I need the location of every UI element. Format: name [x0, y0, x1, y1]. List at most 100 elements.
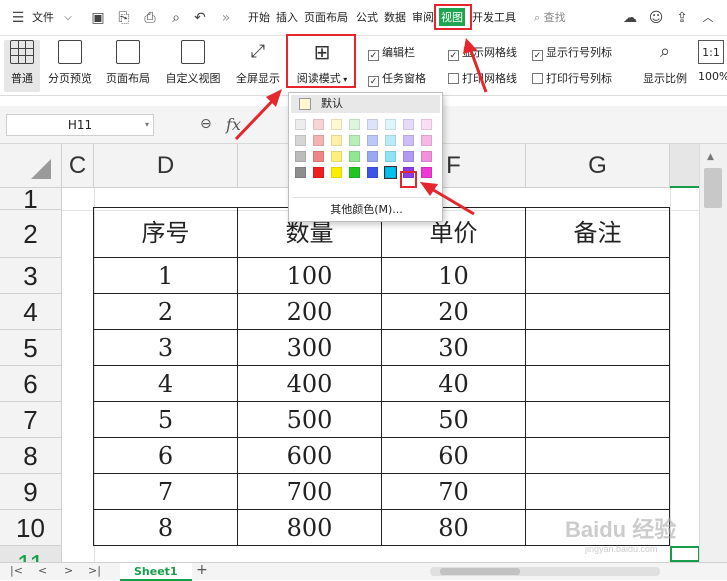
custom-view-button[interactable]: 自定义视图 — [162, 40, 224, 86]
color-swatch[interactable] — [385, 151, 396, 162]
column-header-d[interactable]: D — [94, 144, 238, 188]
color-swatch[interactable] — [385, 135, 396, 146]
table-cell[interactable] — [526, 402, 670, 438]
table-cell[interactable] — [526, 330, 670, 366]
horizontal-scrollbar[interactable] — [430, 567, 660, 576]
print-headers-checkbox[interactable]: 打印行号列标 — [532, 70, 612, 86]
first-sheet-icon[interactable]: |< — [10, 564, 23, 577]
scroll-up-icon[interactable]: ▲ — [707, 152, 714, 162]
fx-icon[interactable]: fx — [226, 115, 241, 134]
color-swatch[interactable] — [313, 119, 324, 130]
tab-insert[interactable]: 插入 — [276, 9, 298, 25]
color-swatch[interactable] — [421, 151, 432, 162]
page-layout-button[interactable]: 页面布局 — [102, 40, 154, 86]
table-cell[interactable]: 4 — [94, 366, 238, 402]
color-swatch[interactable] — [313, 151, 324, 162]
color-swatch[interactable] — [421, 135, 432, 146]
table-cell[interactable]: 60 — [382, 438, 526, 474]
row-header-9[interactable]: 9 — [0, 474, 62, 510]
table-cell[interactable]: 200 — [238, 294, 382, 330]
export-pdf-icon[interactable]: ⎘ — [116, 10, 132, 26]
color-swatch[interactable] — [385, 119, 396, 130]
table-cell[interactable]: 3 — [94, 330, 238, 366]
tab-data[interactable]: 数据 — [384, 9, 406, 25]
file-menu[interactable]: 文件 — [32, 9, 54, 25]
table-cell[interactable]: 300 — [238, 330, 382, 366]
table-cell[interactable]: 40 — [382, 366, 526, 402]
tab-page-layout[interactable]: 页面布局 — [304, 9, 348, 25]
tab-developer[interactable]: 开发工具 — [472, 9, 516, 25]
table-cell[interactable]: 6 — [94, 438, 238, 474]
add-sheet-icon[interactable]: + — [196, 562, 208, 578]
next-sheet-icon[interactable]: > — [64, 564, 73, 577]
row-header-1[interactable]: 1 — [0, 186, 62, 212]
table-cell[interactable]: 7 — [94, 474, 238, 510]
table-cell[interactable] — [526, 438, 670, 474]
color-swatch[interactable] — [331, 135, 342, 146]
color-swatch[interactable] — [367, 119, 378, 130]
color-swatch[interactable] — [295, 135, 306, 146]
table-cell[interactable]: 1 — [94, 258, 238, 294]
share-icon[interactable]: ⇪ — [674, 10, 690, 26]
table-cell[interactable]: 700 — [238, 474, 382, 510]
row-header-3[interactable]: 3 — [0, 258, 62, 294]
color-swatch[interactable] — [403, 135, 414, 146]
cloud-icon[interactable]: ☁ — [622, 10, 638, 26]
table-cell[interactable] — [526, 294, 670, 330]
color-swatch[interactable] — [403, 119, 414, 130]
print-gridlines-checkbox[interactable]: 打印网格线 — [448, 70, 517, 86]
user-icon[interactable]: ☺ — [648, 10, 664, 26]
table-cell[interactable]: 100 — [238, 258, 382, 294]
zoom-button[interactable]: ⌕ 显示比例 — [638, 40, 692, 86]
color-swatch[interactable] — [367, 167, 378, 178]
row-header-2[interactable]: 2 — [0, 210, 62, 258]
task-pane-checkbox[interactable]: ✓ 任务窗格 — [368, 70, 426, 87]
table-cell[interactable]: 70 — [382, 474, 526, 510]
horizontal-scrollbar-thumb[interactable] — [440, 568, 520, 575]
table-cell[interactable]: 50 — [382, 402, 526, 438]
name-box[interactable]: H11 ▾ — [6, 114, 154, 136]
color-swatch[interactable] — [367, 151, 378, 162]
table-cell[interactable] — [526, 474, 670, 510]
table-cell[interactable]: 20 — [382, 294, 526, 330]
row-header-6[interactable]: 6 — [0, 366, 62, 402]
search-box[interactable]: ⌕ 查找 — [534, 9, 566, 25]
table-cell[interactable]: 5 — [94, 402, 238, 438]
color-swatch[interactable] — [295, 167, 306, 178]
color-swatch[interactable] — [295, 119, 306, 130]
color-swatch[interactable] — [421, 119, 432, 130]
undo-icon[interactable]: ↶ — [192, 10, 208, 26]
show-headers-checkbox[interactable]: ✓ 显示行号列标 — [532, 44, 612, 61]
column-header-h[interactable] — [670, 144, 700, 188]
column-header-c[interactable]: C — [62, 144, 94, 188]
row-header-4[interactable]: 4 — [0, 294, 62, 330]
prev-sheet-icon[interactable]: < — [38, 564, 47, 577]
column-header-g[interactable]: G — [526, 144, 670, 188]
zoom-search-icon[interactable]: ⊖ — [200, 116, 212, 132]
color-swatch[interactable] — [331, 151, 342, 162]
table-cell[interactable]: 10 — [382, 258, 526, 294]
tab-review[interactable]: 审阅 — [412, 9, 434, 25]
color-swatch[interactable] — [349, 119, 360, 130]
color-swatch[interactable] — [349, 151, 360, 162]
color-swatch[interactable] — [331, 119, 342, 130]
page-break-preview-button[interactable]: 分页预览 — [44, 40, 96, 86]
color-swatch[interactable] — [384, 166, 397, 179]
save-icon[interactable]: ▣ — [90, 10, 106, 26]
collapse-icon[interactable]: ︿ — [700, 10, 716, 26]
default-color-option[interactable]: 默认 — [291, 95, 440, 113]
last-sheet-icon[interactable]: >| — [88, 564, 101, 577]
color-swatch[interactable] — [349, 167, 360, 178]
table-cell[interactable]: 2 — [94, 294, 238, 330]
vertical-scrollbar[interactable]: ▲ — [699, 144, 727, 562]
table-header-cell[interactable]: 备注 — [526, 208, 670, 258]
color-swatch[interactable] — [349, 135, 360, 146]
color-swatch[interactable] — [295, 151, 306, 162]
row-header-8[interactable]: 8 — [0, 438, 62, 474]
color-swatch[interactable] — [331, 167, 342, 178]
show-gridlines-checkbox[interactable]: ✓ 显示网格线 — [448, 44, 517, 61]
select-all-corner[interactable] — [0, 144, 62, 188]
row-header-7[interactable]: 7 — [0, 402, 62, 438]
print-preview-icon[interactable]: ⌕ — [168, 10, 184, 26]
tab-home[interactable]: 开始 — [248, 9, 270, 25]
